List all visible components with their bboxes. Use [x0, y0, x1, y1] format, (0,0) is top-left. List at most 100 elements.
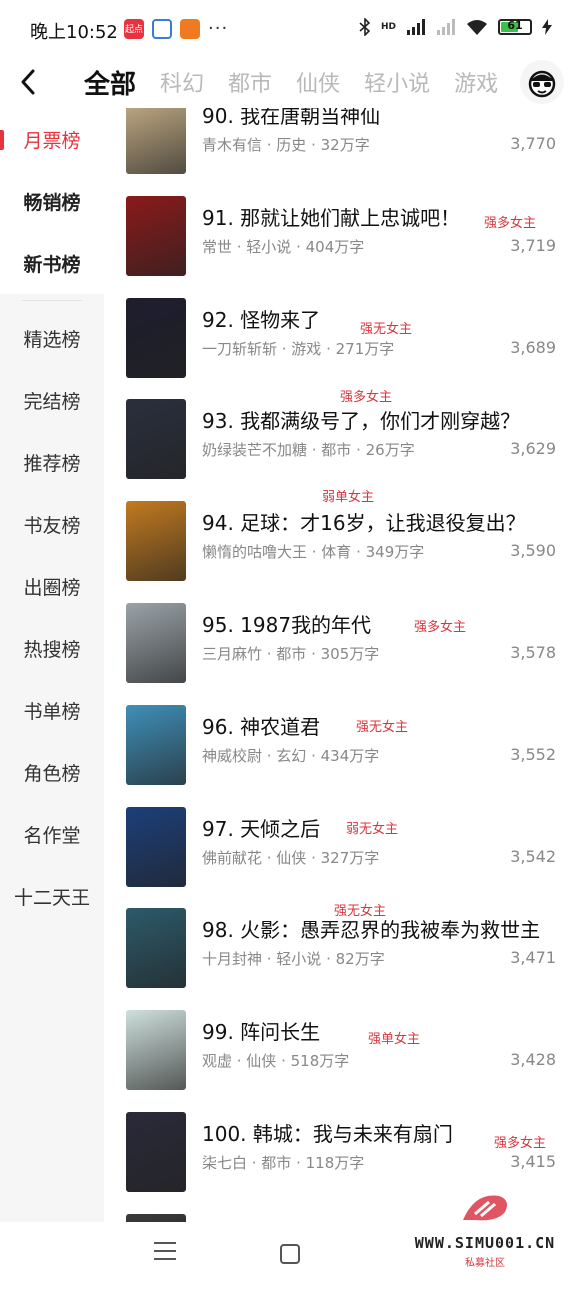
signal-2-icon — [437, 19, 455, 35]
book-tag: 强多女主 — [414, 620, 467, 635]
book-meta: 佛前献花 · 仙侠 · 327万字 — [202, 848, 380, 867]
book-tag: 强无女主 — [360, 322, 413, 337]
book-cover[interactable] — [126, 195, 186, 276]
battery-icon: 61 — [498, 19, 532, 35]
book-cover[interactable] — [126, 704, 186, 785]
more-notifications-icon: ··· — [208, 18, 229, 39]
book-meta: 奶绿装芒不加糖 · 都市 · 26万字 — [202, 441, 415, 460]
book-tag: 强无女主 — [356, 720, 409, 735]
book-title: 95. 1987我的年代 — [202, 613, 372, 637]
sidebar-item-1[interactable]: 畅销榜 — [0, 170, 104, 232]
book-title: 94. 足球：才16岁，让我退役复出？ — [202, 511, 526, 536]
sidebar-item-0[interactable]: 月票榜 — [0, 108, 104, 170]
book-meta: 十月封神 · 轻小说 · 82万字 — [202, 950, 385, 969]
back-button[interactable] — [10, 62, 46, 102]
book-cover[interactable] — [126, 908, 186, 989]
book-tag: 弱无女主 — [346, 822, 399, 837]
book-row[interactable]: 97. 天倾之后 佛前献花 · 仙侠 · 327万字 3,542 — [104, 799, 580, 901]
user-avatar[interactable] — [520, 60, 564, 104]
book-row[interactable]: 93. 我都满级号了，你们才刚穿越？ 奶绿装芒不加糖 · 都市 · 26万字 3,6… — [104, 391, 580, 493]
book-tag: 强多女主 — [340, 390, 393, 405]
book-tag: 弱单女主 — [322, 490, 375, 505]
signal-icon — [407, 19, 425, 35]
book-cover[interactable] — [126, 501, 186, 582]
book-title: 90. 我在唐朝当神仙 — [202, 108, 381, 128]
tab-1[interactable]: 科幻 — [160, 66, 204, 98]
book-title: 93. 我都满级号了，你们才刚穿越？ — [202, 409, 521, 434]
book-cover[interactable] — [126, 603, 186, 683]
sidebar-item-11[interactable]: 名作堂 — [0, 803, 104, 865]
book-cover[interactable] — [126, 108, 186, 174]
tab-2[interactable]: 都市 — [228, 66, 272, 98]
sidebar-item-9[interactable]: 书单榜 — [0, 679, 104, 741]
tab-4[interactable]: 轻小说 — [364, 66, 430, 98]
watermark-url: WWW.SIMU001.CN — [414, 1234, 556, 1252]
book-cover[interactable] — [126, 297, 186, 378]
avatar-face-icon — [528, 70, 556, 98]
status-bar: 晚上10:52 起点 ··· HD 61 — [0, 0, 580, 56]
status-right: HD 61 — [359, 18, 552, 36]
tab-5[interactable]: 游戏 — [454, 66, 498, 98]
book-cover[interactable] — [126, 399, 186, 480]
orange-app-icon — [180, 18, 200, 39]
book-row[interactable]: 94. 足球：才16岁，让我退役复出？ 懒惰的咕噜大王 · 体育 · 349万字 3… — [104, 493, 580, 595]
sidebar-item-10[interactable]: 角色榜 — [0, 741, 104, 803]
bluetooth-icon — [359, 18, 371, 36]
book-meta: 常世 · 轻小说 · 404万字 — [202, 237, 365, 256]
sidebar-item-12[interactable]: 十二天王 — [0, 865, 104, 927]
book-vote-count: 3,770 — [510, 134, 556, 153]
home-button[interactable] — [280, 1244, 300, 1264]
sidebar-divider — [22, 300, 82, 301]
book-ranking-list: 90. 我在唐朝当神仙 青木有信 · 历史 · 32万字 3,770 91. 那就让她… — [104, 108, 580, 1222]
book-row[interactable]: 96. 神农道君 神威校尉 · 玄幻 · 434万字 3,552 — [104, 697, 580, 799]
book-tag: 强单女主 — [368, 1032, 421, 1047]
book-vote-count: 3,590 — [510, 541, 556, 561]
book-tag: 强多女主 — [494, 1136, 547, 1151]
status-time: 晚上10:52 — [30, 22, 118, 43]
book-row[interactable]: 92. 怪物来了 一刀斩斩斩 · 游戏 · 271万字 3,689 — [104, 290, 580, 392]
book-vote-count: 3,415 — [510, 1152, 556, 1171]
book-vote-count: 3,689 — [510, 337, 556, 357]
watermark: WWW.SIMU001.CN 私募社区 — [400, 1190, 570, 1285]
book-vote-count: 3,542 — [510, 846, 556, 866]
chevron-left-icon — [21, 69, 35, 95]
sidebar-item-5[interactable]: 推荐榜 — [0, 431, 104, 493]
sidebar-item-8[interactable]: 热搜榜 — [0, 617, 104, 679]
book-cover[interactable] — [126, 1213, 186, 1222]
sidebar-item-6[interactable]: 书友榜 — [0, 493, 104, 555]
wifi-icon — [467, 20, 487, 35]
book-row[interactable]: 95. 1987我的年代 三月麻竹 · 都市 · 305万字 3,578 — [104, 595, 580, 697]
top-nav: 全部 科幻 都市 仙侠 轻小说 游戏 — [0, 56, 580, 108]
book-cover[interactable] — [126, 1112, 186, 1192]
book-vote-count: 3,629 — [510, 439, 556, 459]
network-hd-label: HD — [380, 22, 396, 32]
charging-icon — [542, 19, 552, 35]
sidebar-item-7[interactable]: 出圈榜 — [0, 555, 104, 617]
book-row[interactable]: 90. 我在唐朝当神仙 青木有信 · 历史 · 32万字 3,770 — [104, 108, 580, 188]
tab-0[interactable]: 全部 — [84, 64, 136, 103]
battery-level: 61 — [507, 19, 523, 32]
qidian-app-icon: 起点 — [124, 18, 144, 39]
book-meta: 观虚 · 仙侠 · 518万字 — [202, 1052, 350, 1071]
watermark-sub: 私募社区 — [465, 1258, 505, 1269]
watermark-logo-icon — [463, 1195, 507, 1221]
book-tag: 强多女主 — [484, 216, 537, 231]
book-vote-count: 3,428 — [510, 1050, 556, 1070]
tab-3[interactable]: 仙侠 — [296, 66, 340, 98]
book-meta: 懒惰的咕噜大王 · 体育 · 349万字 — [202, 543, 425, 562]
book-meta: 神威校尉 · 玄幻 · 434万字 — [202, 746, 380, 765]
ranking-sidebar: 月票榜 畅销榜 新书榜精选榜 完结榜 推荐榜 书友榜 出圈榜 热搜榜 书单榜 角色榜 名作堂 十二天王 — [0, 108, 104, 1222]
sidebar-item-2[interactable]: 新书榜 — [0, 232, 104, 294]
book-row[interactable]: 99. 阵问长生 观虚 · 仙侠 · 518万字 3,428 — [104, 1002, 580, 1104]
recent-apps-button[interactable] — [154, 1242, 176, 1260]
book-meta: 一刀斩斩斩 · 游戏 · 271万字 — [202, 339, 395, 358]
book-cover[interactable] — [126, 1010, 186, 1091]
status-app-icons: 起点 ··· — [124, 18, 228, 39]
book-vote-count: 3,719 — [510, 235, 556, 255]
book-vote-count: 3,471 — [510, 948, 556, 968]
book-row[interactable]: 91. 那就让她们献上忠诚吧！ 常世 · 轻小说 · 404万字 3,719 — [104, 188, 580, 290]
sidebar-item-3[interactable]: 精选榜 — [0, 307, 104, 369]
book-meta: 青木有信 · 历史 · 32万字 — [202, 136, 370, 154]
sidebar-item-4[interactable]: 完结榜 — [0, 369, 104, 431]
book-cover[interactable] — [126, 806, 186, 887]
